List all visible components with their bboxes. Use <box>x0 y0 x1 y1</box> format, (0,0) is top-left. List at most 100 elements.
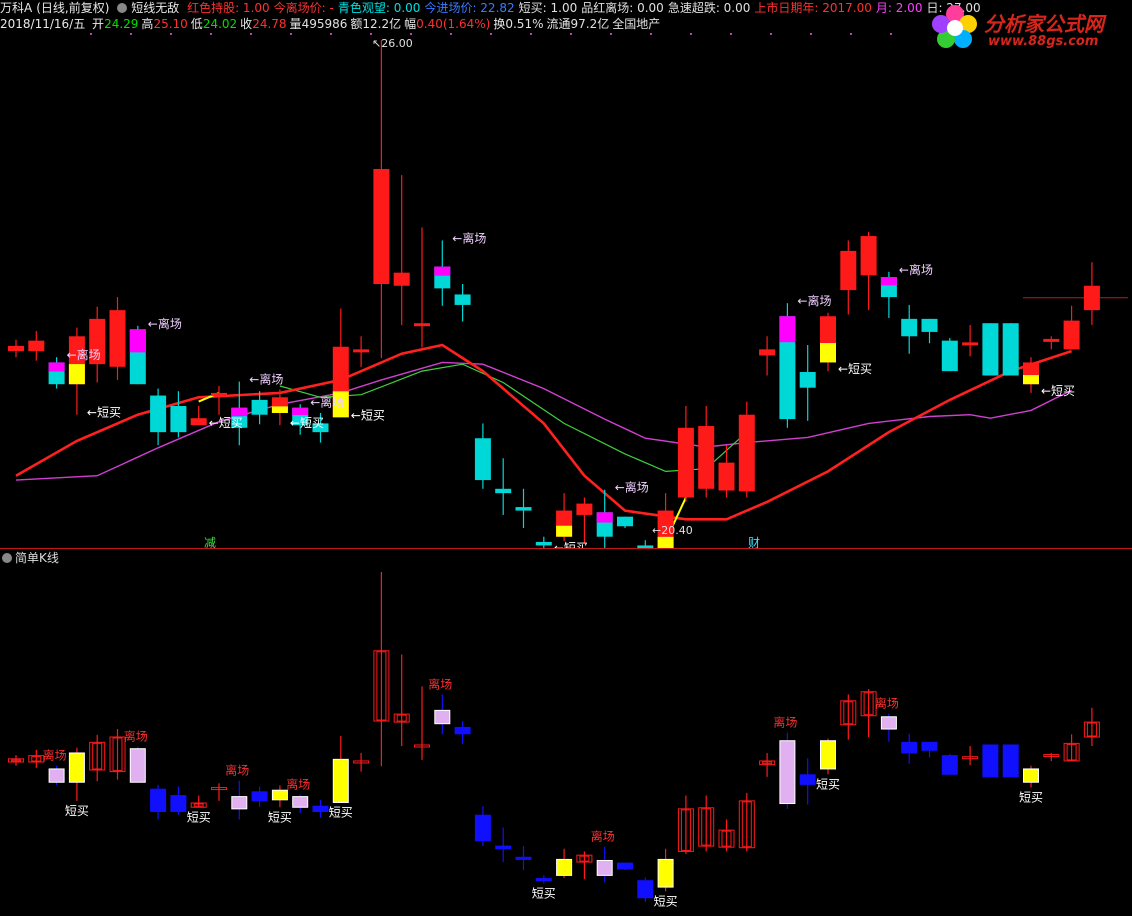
sub-candle[interactable] <box>231 780 248 820</box>
sub-candle[interactable] <box>515 846 532 871</box>
candle[interactable] <box>28 331 45 361</box>
candle[interactable] <box>535 536 552 548</box>
sub-candle[interactable] <box>434 694 451 735</box>
candle[interactable] <box>880 271 897 318</box>
sub-candle[interactable] <box>901 733 918 764</box>
sub-candle[interactable] <box>312 799 329 818</box>
candle[interactable] <box>393 175 410 325</box>
sub-candle[interactable] <box>271 785 288 808</box>
candle[interactable] <box>414 227 430 348</box>
candle[interactable] <box>1083 262 1100 325</box>
sub-candle[interactable] <box>637 877 654 902</box>
sub-candle[interactable] <box>921 741 938 758</box>
candle[interactable] <box>190 406 207 426</box>
candle[interactable] <box>89 306 106 383</box>
sub-candle[interactable] <box>738 792 755 852</box>
candle[interactable] <box>901 304 918 354</box>
sub-candle[interactable] <box>657 848 674 892</box>
candle[interactable] <box>759 336 776 376</box>
candle[interactable] <box>150 388 167 446</box>
sub-candle[interactable] <box>89 734 106 782</box>
candle[interactable] <box>129 325 146 385</box>
candle[interactable] <box>231 381 248 446</box>
sub-candle[interactable] <box>495 827 512 863</box>
sub-candle[interactable] <box>1083 707 1100 747</box>
sub-candle[interactable] <box>799 758 816 805</box>
candle[interactable] <box>211 385 227 415</box>
candle[interactable] <box>677 406 694 502</box>
sub-candle[interactable] <box>292 794 309 814</box>
sub-candle[interactable] <box>1063 734 1080 762</box>
candle[interactable] <box>454 284 471 322</box>
candle[interactable] <box>576 497 593 543</box>
sub-candle[interactable] <box>414 686 430 760</box>
sub-candle[interactable] <box>28 749 45 768</box>
candle[interactable] <box>962 324 979 357</box>
candle[interactable] <box>515 488 532 528</box>
sub-candle[interactable] <box>109 729 126 780</box>
sub-candle[interactable] <box>332 735 349 803</box>
sub-candle[interactable] <box>251 786 268 807</box>
candle[interactable] <box>718 445 735 498</box>
candle[interactable] <box>1023 357 1039 393</box>
sub-candle[interactable] <box>190 795 207 808</box>
candle[interactable] <box>170 391 187 438</box>
candle[interactable] <box>698 406 715 498</box>
sub-candle[interactable] <box>8 755 24 766</box>
candle[interactable] <box>860 231 877 311</box>
candle[interactable] <box>941 338 958 372</box>
candle[interactable] <box>495 458 512 515</box>
sub-candle[interactable] <box>129 746 146 783</box>
main-candlestick-panel[interactable]: ←离场 ←离场 ←离场 ←离场 ←离场 ←离场 ←离场 ←离场 ←短买 ←短买 ←短买 ←短买 ←短买 ←… <box>0 0 1132 548</box>
sub-candle[interactable] <box>535 875 552 884</box>
sub-candle[interactable] <box>941 754 958 775</box>
candle[interactable] <box>657 493 674 548</box>
candle[interactable] <box>474 423 491 489</box>
sub-candle[interactable] <box>759 752 776 777</box>
candle[interactable] <box>982 323 999 376</box>
sub-candle[interactable] <box>860 689 877 737</box>
sub-candle[interactable] <box>474 806 491 847</box>
sub-candle[interactable] <box>982 744 999 778</box>
sub-candle[interactable] <box>1043 752 1060 761</box>
sub-candle[interactable] <box>454 721 471 744</box>
sub-candle[interactable] <box>373 572 390 767</box>
candle[interactable] <box>617 516 633 528</box>
sub-candle[interactable] <box>617 862 633 871</box>
sub-candle[interactable] <box>170 786 187 815</box>
candle[interactable] <box>799 345 816 421</box>
sub-candle[interactable] <box>576 851 593 880</box>
sub-candle[interactable] <box>677 795 694 855</box>
sub-candle[interactable] <box>596 846 613 883</box>
candle[interactable] <box>1002 323 1019 376</box>
sub-candle[interactable] <box>211 783 227 801</box>
sub-candle[interactable] <box>779 732 796 809</box>
sub-candle[interactable] <box>1002 744 1019 778</box>
candle[interactable] <box>434 240 451 306</box>
candle[interactable] <box>373 40 390 359</box>
candle[interactable] <box>1043 336 1060 350</box>
candle[interactable] <box>251 391 268 425</box>
sub-kline-panel[interactable]: 离场离场离场离场离场离场离场离场短买 短买 短买 短买短买短买短买短买 <box>0 550 1132 916</box>
sub-candle[interactable] <box>150 784 167 820</box>
candle[interactable] <box>921 318 938 344</box>
candle[interactable] <box>820 312 836 372</box>
sub-candle[interactable] <box>820 738 836 775</box>
sub-candle[interactable] <box>68 747 85 801</box>
candle[interactable] <box>353 336 370 367</box>
sub-candle[interactable] <box>880 713 897 742</box>
candle[interactable] <box>8 339 24 358</box>
sub-candle[interactable] <box>393 654 410 747</box>
sub-candle[interactable] <box>556 848 573 879</box>
panel-divider[interactable] <box>0 548 1132 549</box>
candle[interactable] <box>637 540 654 548</box>
sub-candle[interactable] <box>962 746 979 766</box>
sub-candle[interactable] <box>48 765 65 785</box>
sub-candle[interactable] <box>718 819 735 852</box>
candle[interactable] <box>68 327 85 415</box>
sub-candle[interactable] <box>698 795 715 852</box>
candle[interactable] <box>840 240 857 315</box>
sub-candle[interactable] <box>840 694 857 740</box>
candle[interactable] <box>1063 305 1080 350</box>
candle[interactable] <box>48 357 65 389</box>
